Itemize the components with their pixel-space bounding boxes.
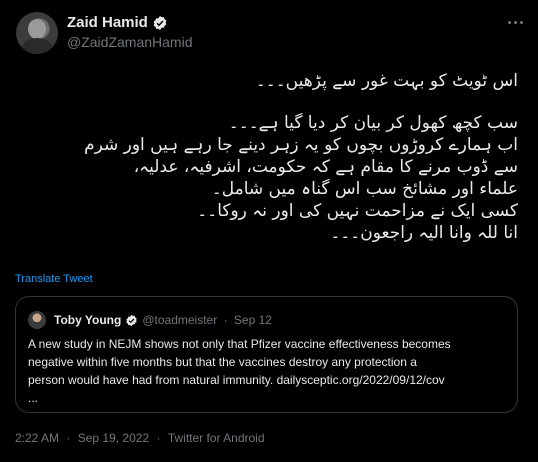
tweet-line: انا للہ وانا الیہ راجعون۔۔۔: [330, 223, 518, 243]
verified-badge-icon: [153, 15, 167, 30]
tweet-text: اس ٹویٹ کو بہت غور سے پڑھیں۔۔۔ سب کچھ کھ…: [18, 70, 518, 244]
author-display-name[interactable]: Zaid Hamid: [67, 14, 148, 31]
tweet-line: سے ڈوب مرنے کا مقام ہے کہ حکومت، اشرفیہ،…: [133, 157, 518, 177]
more-options-icon[interactable]: [503, 12, 527, 32]
quoted-author-name: Toby Young: [54, 313, 122, 327]
tweet-line: اس ٹویٹ کو بہت غور سے پڑھیں۔۔۔: [255, 71, 518, 91]
tweet-line: علماء اور مشائخ سب اس گناہ میں شامل۔: [211, 179, 518, 199]
tweet-date[interactable]: Sep 19, 2022: [78, 431, 149, 445]
footer-separator: ·: [66, 431, 71, 445]
tweet-footer: 2:22 AM · Sep 19, 2022 · Twitter for And…: [15, 431, 265, 445]
quoted-tweet-header: Toby Young @toadmeister · Sep 12: [54, 313, 272, 327]
quoted-line: person would have had from natural immun…: [28, 373, 445, 387]
footer-separator: ·: [156, 431, 161, 445]
author-name-row: Zaid Hamid: [67, 14, 168, 31]
quoted-author-handle: @toadmeister: [142, 313, 218, 327]
author-handle[interactable]: @ZaidZamanHamid: [67, 34, 192, 50]
quoted-line: negative within five months but that the…: [28, 355, 417, 369]
tweet-source[interactable]: Twitter for Android: [168, 431, 265, 445]
translate-tweet-link[interactable]: Translate Tweet: [15, 273, 93, 285]
quoted-tweet[interactable]: Toby Young @toadmeister · Sep 12 A new s…: [15, 296, 518, 413]
tweet-time[interactable]: 2:22 AM: [15, 431, 59, 445]
avatar-body: [21, 38, 53, 54]
author-avatar[interactable]: [16, 12, 58, 54]
quoted-separator: ·: [223, 313, 228, 327]
tweet-line: اب ہمارے کروڑوں بچوں کو یہ زہر دینے جا ر…: [84, 135, 518, 155]
quoted-line: ...: [28, 391, 39, 405]
quoted-line: A new study in NEJM shows not only that …: [28, 337, 451, 351]
tweet-line: کسی ایک نے مزاحمت نہیں کی اور نہ روکا۔۔: [197, 201, 518, 221]
quoted-author-avatar: [28, 311, 46, 329]
verified-badge-icon: [126, 314, 137, 326]
tweet-line: سب کچھ کھول کر بیان کر دیا گیا ہے۔۔۔: [228, 113, 518, 133]
avatar-head: [28, 19, 46, 39]
quoted-meta: @toadmeister · Sep 12: [142, 313, 272, 327]
quoted-date: Sep 12: [233, 313, 272, 327]
quoted-tweet-text: A new study in NEJM shows not only that …: [28, 335, 508, 407]
